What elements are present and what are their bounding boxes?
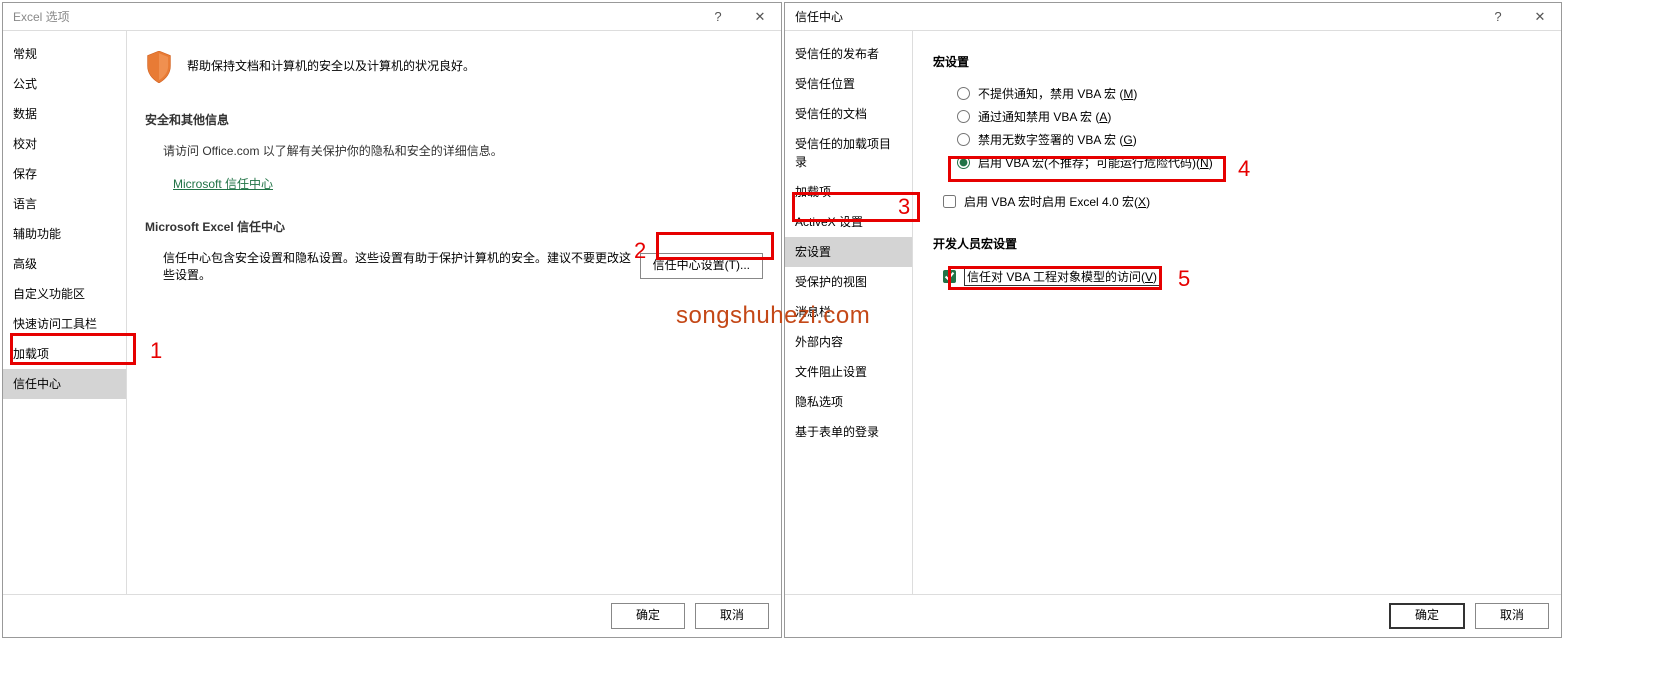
sidebar-item-trust-center[interactable]: 信任中心 xyxy=(3,369,126,399)
radio-enable-all[interactable]: 启用 VBA 宏(不推荐；可能运行危险代码)(N) xyxy=(933,151,1541,174)
radio-enable-all-input[interactable] xyxy=(957,156,970,169)
sidebar-item-addins[interactable]: 加载项 xyxy=(3,339,126,369)
tc-sidebar-message-bar[interactable]: 消息栏 xyxy=(785,297,912,327)
section-excel-trust-center: Microsoft Excel 信任中心 xyxy=(145,218,763,235)
trust-center-sidebar: 受信任的发布者 受信任位置 受信任的文档 受信任的加载项目录 加载项 Activ… xyxy=(785,31,913,594)
sidebar-item-formulas[interactable]: 公式 xyxy=(3,69,126,99)
tc-sidebar-privacy[interactable]: 隐私选项 xyxy=(785,387,912,417)
excel-options-titlebar: Excel 选项 ? ✕ xyxy=(3,3,781,31)
cancel-button[interactable]: 取消 xyxy=(1475,603,1549,629)
sidebar-item-customize-ribbon[interactable]: 自定义功能区 xyxy=(3,279,126,309)
macro-settings-heading: 宏设置 xyxy=(933,53,1541,70)
sidebar-item-language[interactable]: 语言 xyxy=(3,189,126,219)
radio-disable-unsigned[interactable]: 禁用无数字签署的 VBA 宏 (G) xyxy=(933,128,1541,151)
check-trust-vba-model-input[interactable] xyxy=(943,270,956,283)
help-icon[interactable]: ? xyxy=(1477,3,1519,31)
radio-label: 启用 VBA 宏(不推荐；可能运行危险代码)(N) xyxy=(978,154,1213,171)
check-trust-vba-model[interactable]: 信任对 VBA 工程对象模型的访问(V) xyxy=(933,264,1541,289)
close-icon[interactable]: ✕ xyxy=(1519,3,1561,31)
ms-trust-center-link[interactable]: Microsoft 信任中心 xyxy=(173,175,273,192)
tc-sidebar-trusted-locations[interactable]: 受信任位置 xyxy=(785,69,912,99)
close-icon[interactable]: ✕ xyxy=(739,3,781,31)
trust-center-title: 信任中心 xyxy=(795,8,1477,25)
section-security-info: 安全和其他信息 xyxy=(145,111,763,128)
trust-center-footer: 确定 取消 xyxy=(785,594,1561,637)
shield-text: 帮助保持文档和计算机的安全以及计算机的状况良好。 xyxy=(187,51,475,74)
tc-sidebar-form-login[interactable]: 基于表单的登录 xyxy=(785,417,912,447)
ok-button[interactable]: 确定 xyxy=(611,603,685,629)
help-icon[interactable]: ? xyxy=(697,3,739,31)
tc-sidebar-file-block[interactable]: 文件阻止设置 xyxy=(785,357,912,387)
security-info-text: 请访问 Office.com 以了解有关保护你的隐私和安全的详细信息。 xyxy=(145,142,763,159)
radio-disable-with-notify-input[interactable] xyxy=(957,110,970,123)
cancel-button[interactable]: 取消 xyxy=(695,603,769,629)
radio-label: 不提供通知，禁用 VBA 宏 (M) xyxy=(978,85,1137,102)
radio-label: 禁用无数字签署的 VBA 宏 (G) xyxy=(978,131,1137,148)
radio-disable-no-notify-input[interactable] xyxy=(957,87,970,100)
tc-sidebar-trusted-addin-catalogs[interactable]: 受信任的加载项目录 xyxy=(785,129,912,177)
options-footer: 确定 取消 xyxy=(3,594,781,637)
tc-sidebar-trusted-publishers[interactable]: 受信任的发布者 xyxy=(785,39,912,69)
check-enable-excel4-input[interactable] xyxy=(943,195,956,208)
radio-disable-with-notify[interactable]: 通过通知禁用 VBA 宏 (A) xyxy=(933,105,1541,128)
sidebar-item-advanced[interactable]: 高级 xyxy=(3,249,126,279)
tc-sidebar-macro-settings[interactable]: 宏设置 xyxy=(785,237,912,267)
radio-disable-unsigned-input[interactable] xyxy=(957,133,970,146)
check-enable-excel4[interactable]: 启用 VBA 宏时启用 Excel 4.0 宏(X) xyxy=(933,190,1541,213)
excel-options-title: Excel 选项 xyxy=(13,8,697,25)
tc-sidebar-protected-view[interactable]: 受保护的视图 xyxy=(785,267,912,297)
trust-center-desc: 信任中心包含安全设置和隐私设置。这些设置有助于保护计算机的安全。建议不要更改这些… xyxy=(163,249,632,283)
check-label: 信任对 VBA 工程对象模型的访问(V) xyxy=(964,267,1160,286)
sidebar-item-proofing[interactable]: 校对 xyxy=(3,129,126,159)
ok-button[interactable]: 确定 xyxy=(1389,603,1465,629)
tc-sidebar-activex[interactable]: ActiveX 设置 xyxy=(785,207,912,237)
trust-center-content: 宏设置 不提供通知，禁用 VBA 宏 (M) 通过通知禁用 VBA 宏 (A) … xyxy=(913,31,1561,594)
check-label: 启用 VBA 宏时启用 Excel 4.0 宏(X) xyxy=(964,193,1150,210)
sidebar-item-accessibility[interactable]: 辅助功能 xyxy=(3,219,126,249)
trust-center-titlebar: 信任中心 ? ✕ xyxy=(785,3,1561,31)
trust-center-settings-button[interactable]: 信任中心设置(T)... xyxy=(640,253,763,279)
shield-icon xyxy=(145,51,173,83)
dev-macro-heading: 开发人员宏设置 xyxy=(933,235,1541,252)
sidebar-item-data[interactable]: 数据 xyxy=(3,99,126,129)
sidebar-item-general[interactable]: 常规 xyxy=(3,39,126,69)
radio-label: 通过通知禁用 VBA 宏 (A) xyxy=(978,108,1111,125)
options-sidebar: 常规 公式 数据 校对 保存 语言 辅助功能 高级 自定义功能区 快速访问工具栏… xyxy=(3,31,127,594)
sidebar-item-quick-access[interactable]: 快速访问工具栏 xyxy=(3,309,126,339)
sidebar-item-save[interactable]: 保存 xyxy=(3,159,126,189)
radio-disable-no-notify[interactable]: 不提供通知，禁用 VBA 宏 (M) xyxy=(933,82,1541,105)
options-content: 帮助保持文档和计算机的安全以及计算机的状况良好。 安全和其他信息 请访问 Off… xyxy=(127,31,781,594)
tc-sidebar-addins[interactable]: 加载项 xyxy=(785,177,912,207)
tc-sidebar-external-content[interactable]: 外部内容 xyxy=(785,327,912,357)
tc-sidebar-trusted-documents[interactable]: 受信任的文档 xyxy=(785,99,912,129)
